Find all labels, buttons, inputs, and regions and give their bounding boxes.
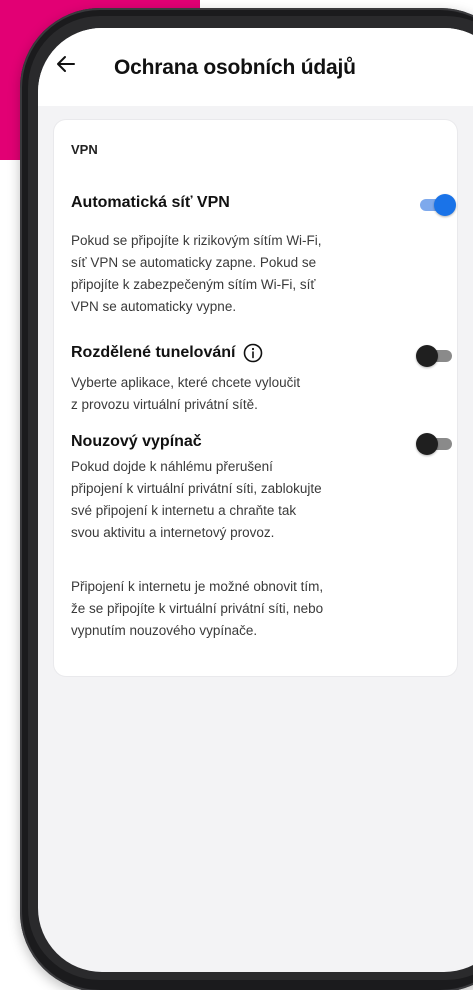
note-line: že se připojíte k virtuální privátní sít… [71, 601, 324, 616]
desc-line: své připojení k internetu a chraňte tak [71, 503, 297, 518]
desc-line: z provozu virtuální privátní sítě. [71, 397, 258, 412]
note-line: vypnutím nouzového vypínače. [71, 623, 258, 638]
split-tunnel-title: Rozdělené tunelování [71, 343, 263, 363]
kill-switch-description: Pokud dojde k náhlému přerušení připojen… [71, 456, 371, 544]
desc-line: síť VPN se automaticky zapne. Pokud se [71, 255, 317, 270]
toggle-knob [434, 194, 456, 216]
split-tunnel-title-text: Rozdělené tunelování [71, 344, 236, 361]
desc-line: připojení k virtuální privátní síti, zab… [71, 481, 322, 496]
toggle-knob [416, 433, 438, 455]
kill-switch-title: Nouzový vypínač [71, 433, 202, 451]
desc-line: připojíte k zabezpečeným sítím Wi-Fi, sí… [71, 277, 316, 292]
note-line: Připojení k internetu je možné obnovit t… [71, 579, 324, 594]
split-tunnel-description: Vyberte aplikace, které chcete vyloučit … [71, 372, 371, 416]
auto-vpn-title: Automatická síť VPN [71, 194, 230, 212]
page-title: Ochrana osobních údajů [114, 56, 356, 79]
section-label-vpn: VPN [71, 142, 98, 157]
desc-line: svou aktivitu a internetový provoz. [71, 525, 275, 540]
desc-line: Vyberte aplikace, které chcete vyloučit [71, 375, 301, 390]
auto-vpn-title-text: Automatická síť VPN [71, 194, 230, 211]
info-icon[interactable] [243, 343, 263, 363]
vpn-card: VPN Automatická síť VPN Pokud se připojí… [54, 120, 457, 676]
kill-switch-note: Připojení k internetu je možné obnovit t… [71, 576, 371, 642]
desc-line: Pokud dojde k náhlému přerušení [71, 459, 273, 474]
desc-line: VPN se automaticky vypne. [71, 299, 237, 314]
kill-switch-title-text: Nouzový vypínač [71, 433, 202, 450]
app-header: Ochrana osobních údajů [38, 28, 473, 106]
auto-vpn-toggle[interactable] [416, 194, 456, 216]
arrow-left-icon[interactable] [56, 54, 76, 74]
auto-vpn-description: Pokud se připojíte k rizikovým sítím Wi-… [71, 230, 371, 318]
desc-line: Pokud se připojíte k rizikovým sítím Wi-… [71, 233, 322, 248]
split-tunnel-toggle[interactable] [416, 345, 454, 367]
toggle-knob [416, 345, 438, 367]
stage: Ochrana osobních údajů VPN Automatická s… [0, 0, 473, 990]
kill-switch-toggle[interactable] [416, 433, 454, 455]
phone-screen: Ochrana osobních údajů VPN Automatická s… [38, 28, 473, 972]
